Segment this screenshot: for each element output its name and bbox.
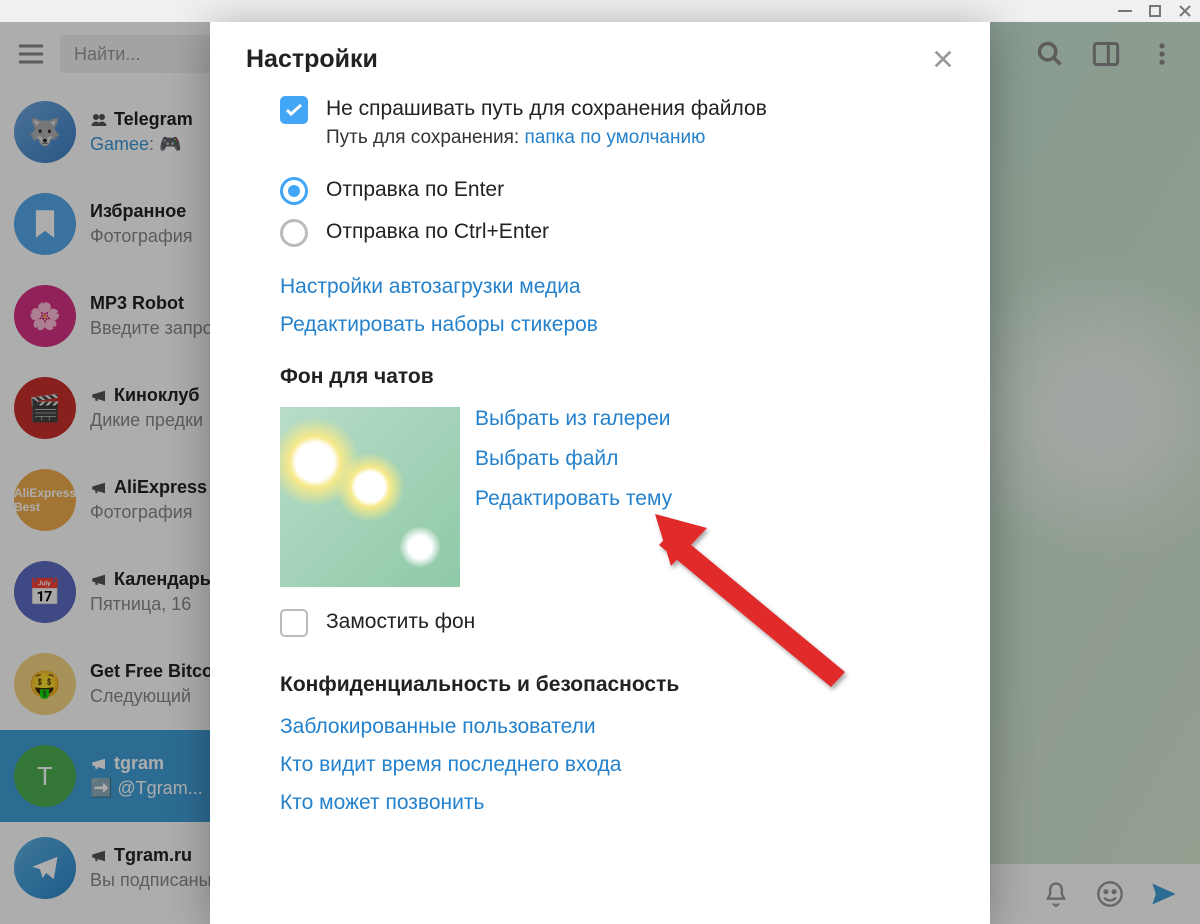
send-ctrl-enter-radio[interactable]	[280, 219, 308, 247]
bg-preview-thumb[interactable]	[280, 407, 460, 587]
dont-ask-path-label: Не спрашивать путь для сохранения файлов	[326, 96, 767, 121]
save-path-row: Путь для сохранения: папка по умолчанию	[326, 127, 767, 149]
save-path-link[interactable]: папка по умолчанию	[525, 127, 706, 148]
window-maximize-button[interactable]	[1146, 2, 1164, 20]
send-ctrl-enter-label: Отправка по Ctrl+Enter	[326, 219, 549, 244]
window-close-button[interactable]	[1176, 2, 1194, 20]
tile-bg-label: Замостить фон	[326, 609, 475, 634]
media-autoload-link[interactable]: Настройки автозагрузки медиа	[280, 275, 982, 299]
choose-file-link[interactable]: Выбрать файл	[475, 447, 672, 471]
settings-modal: Настройки Не спрашивать путь для сохране…	[210, 22, 990, 924]
send-enter-label: Отправка по Enter	[326, 177, 504, 202]
edit-theme-link[interactable]: Редактировать тему	[475, 487, 672, 511]
last-seen-link[interactable]: Кто видит время последнего входа	[280, 753, 982, 777]
modal-title: Настройки	[246, 45, 378, 74]
window-titlebar	[0, 0, 1200, 22]
who-calls-link[interactable]: Кто может позвонить	[280, 791, 982, 815]
blocked-users-link[interactable]: Заблокированные пользователи	[280, 715, 982, 739]
send-enter-radio[interactable]	[280, 177, 308, 205]
privacy-title: Конфиденциальность и безопасность	[280, 673, 982, 697]
choose-gallery-link[interactable]: Выбрать из галереи	[475, 407, 672, 431]
tile-bg-checkbox[interactable]	[280, 609, 308, 637]
window-minimize-button[interactable]	[1116, 2, 1134, 20]
dont-ask-path-checkbox[interactable]	[280, 96, 308, 124]
chat-bg-title: Фон для чатов	[280, 365, 982, 389]
edit-stickers-link[interactable]: Редактировать наборы стикеров	[280, 313, 982, 337]
close-icon[interactable]	[932, 48, 954, 70]
